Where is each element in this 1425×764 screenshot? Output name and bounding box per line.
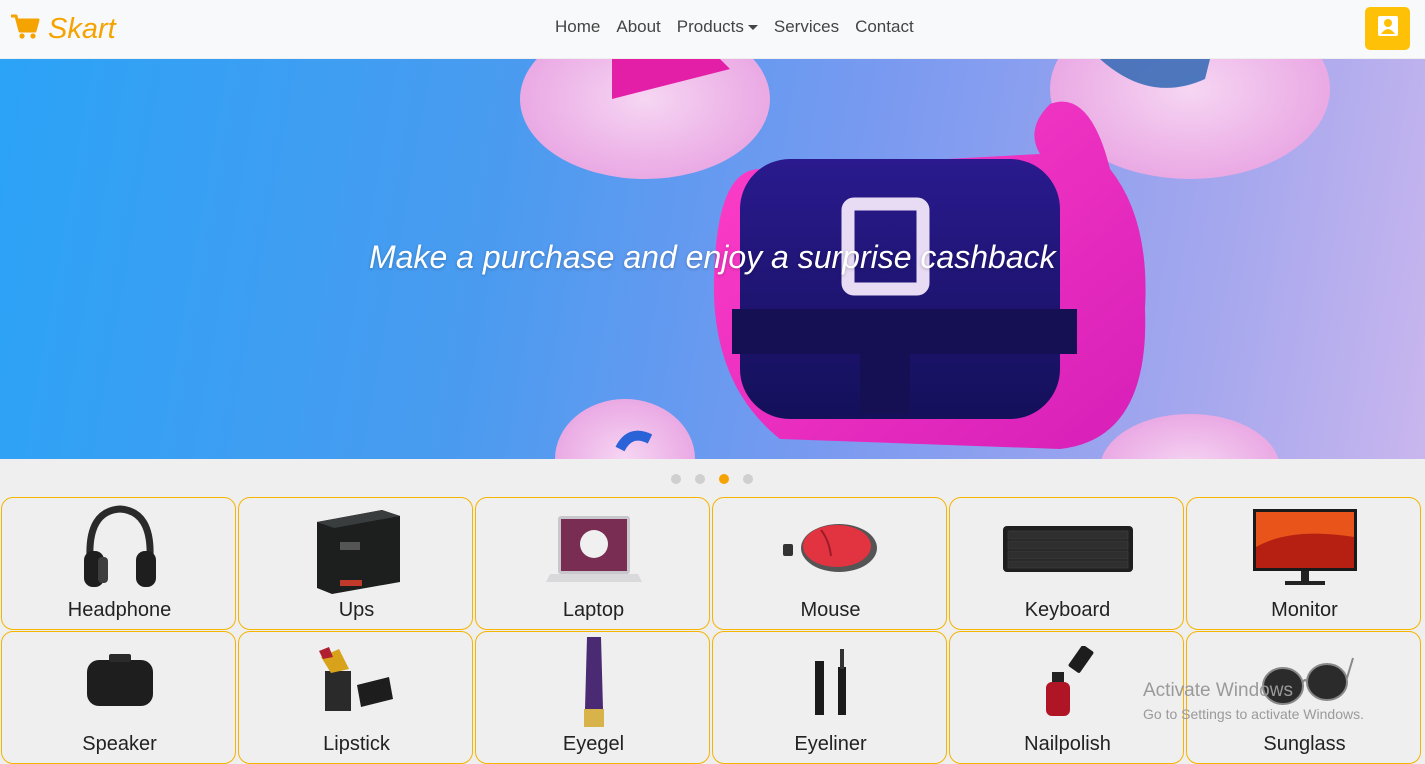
hero-caption: Make a purchase and enjoy a surprise cas… (369, 239, 1056, 275)
user-icon (1377, 15, 1399, 42)
nav-home[interactable]: Home (555, 17, 608, 37)
category-label: Sunglass (1263, 733, 1346, 755)
windows-activation-watermark: Activate Windows Go to Settings to activ… (1143, 680, 1364, 722)
nav-about[interactable]: About (608, 17, 668, 37)
brand-name: Skart (48, 12, 116, 45)
carousel-indicators (671, 474, 753, 484)
nav-products-dropdown[interactable]: Products (669, 17, 766, 37)
category-card-laptop[interactable]: Laptop (475, 497, 710, 630)
nav-links: Home About Products Services Contact (555, 17, 922, 37)
user-account-button[interactable] (1365, 7, 1410, 50)
category-label: Eyeliner (794, 733, 867, 755)
category-card-eyegel[interactable]: Eyegel (475, 631, 710, 764)
carousel-dot[interactable] (743, 474, 753, 484)
hero-carousel[interactable]: Make a purchase and enjoy a surprise cas… (0, 59, 1425, 459)
category-card-ups[interactable]: Ups (238, 497, 473, 630)
category-card-mouse[interactable]: Mouse (712, 497, 947, 630)
category-label: Nailpolish (1024, 733, 1111, 755)
navbar: Skart Home About Products Services Conta… (0, 0, 1425, 58)
category-label: Monitor (1271, 599, 1338, 621)
category-label: Keyboard (1024, 599, 1111, 621)
speaker-icon (2, 636, 237, 728)
category-card-speaker[interactable]: Speaker (1, 631, 236, 764)
eyegel-icon (476, 636, 711, 728)
category-label: Headphone (67, 599, 172, 621)
category-card-lipstick[interactable]: Lipstick (238, 631, 473, 764)
watermark-title: Activate Windows (1143, 680, 1293, 701)
category-card-eyeliner[interactable]: Eyeliner (712, 631, 947, 764)
watermark-subtitle: Go to Settings to activate Windows. (1143, 706, 1364, 722)
nav-contact[interactable]: Contact (847, 17, 922, 37)
headphone-icon (2, 502, 237, 594)
mouse-icon (713, 502, 948, 594)
carousel-dot[interactable] (671, 474, 681, 484)
nav-products-label: Products (676, 17, 744, 36)
cart-icon (10, 13, 40, 46)
category-label: Mouse (800, 599, 861, 621)
category-label: Laptop (562, 599, 625, 621)
caret-down-icon (747, 24, 758, 30)
category-card-monitor[interactable]: Monitor (1186, 497, 1421, 630)
category-label: Eyegel (562, 733, 625, 755)
eyeliner-icon (713, 636, 948, 728)
category-label: Speaker (82, 733, 157, 755)
category-label: Lipstick (323, 733, 390, 755)
carousel-dot[interactable] (695, 474, 705, 484)
category-card-headphone[interactable]: Headphone (1, 497, 236, 630)
keyboard-icon (950, 502, 1185, 594)
brand-logo[interactable]: Skart (10, 10, 116, 48)
lipstick-icon (239, 636, 474, 728)
ups-icon (239, 502, 474, 594)
laptop-icon (476, 502, 711, 594)
nav-services[interactable]: Services (766, 17, 847, 37)
category-label: Ups (338, 599, 375, 621)
monitor-icon (1187, 502, 1422, 594)
category-card-keyboard[interactable]: Keyboard (949, 497, 1184, 630)
carousel-dot-active[interactable] (719, 474, 729, 484)
